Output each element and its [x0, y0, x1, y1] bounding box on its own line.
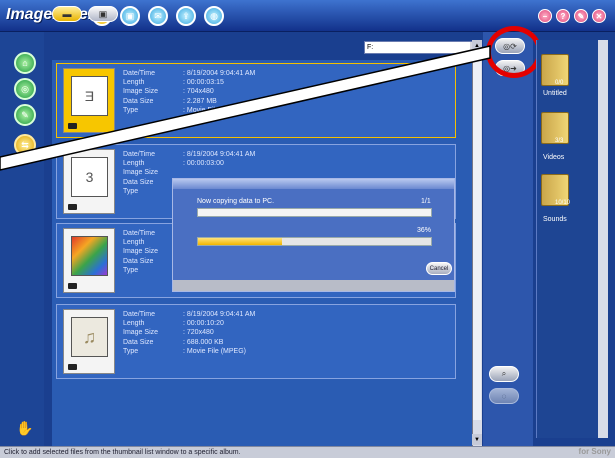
thumbnail-image: 3	[71, 157, 108, 197]
video-badge-icon	[68, 283, 77, 289]
tab-photo[interactable]: ▣	[88, 6, 118, 22]
album-scrollbar[interactable]	[598, 40, 608, 438]
thumbnail	[63, 228, 115, 293]
video-badge-icon	[68, 123, 77, 129]
list-item[interactable]: ♫ Date/Time Length Image Size Data Size Type…	[56, 304, 456, 379]
album-count: 3/3	[555, 138, 564, 144]
tab-video[interactable]: ▬	[52, 6, 82, 22]
sidebar-disc-icon[interactable]: ◎	[14, 78, 36, 100]
minimize-icon[interactable]: –	[538, 9, 552, 23]
video-badge-icon	[68, 204, 77, 210]
dialog-footer	[173, 280, 454, 291]
video-badge-icon	[68, 364, 77, 370]
item-values: : 8/19/2004 9:04:41 AM: 00:00:03:15: 704…	[183, 70, 256, 114]
highlight-circle	[486, 26, 542, 78]
photo-icon: ▣	[98, 8, 108, 19]
copy-progress-dialog: Now copying data to PC. 1/1 36% Cancel	[172, 178, 455, 292]
sidebar-usb-icon[interactable]: ⇆	[14, 134, 36, 156]
brand-label: for Sony	[578, 447, 611, 456]
scroll-up-icon[interactable]: ▲	[472, 40, 482, 51]
album-name: Untitled	[543, 90, 567, 97]
globe-icon[interactable]: ◍	[204, 6, 224, 26]
zoom-button[interactable]: ⌕	[489, 366, 519, 382]
hand-icon: ✋	[16, 420, 34, 436]
item-values: : 8/19/2004 9:04:41 AM: 00:00:03:00	[183, 151, 256, 168]
album-panel: 0/0 Untitled 3/3 Videos 10/10 Sounds	[536, 40, 598, 438]
progress-percent: 36%	[417, 227, 432, 234]
thumbnail-image: ♫	[71, 317, 108, 357]
remove-icon: ◌	[501, 391, 507, 401]
dialog-count: 1/1	[421, 198, 431, 205]
scroll-down-icon[interactable]: ▼	[472, 434, 482, 445]
upload-icon[interactable]: ⇪	[176, 6, 196, 26]
total-progress-bar	[197, 237, 432, 246]
cancel-button[interactable]: Cancel	[426, 262, 452, 275]
path-input[interactable]: F:	[364, 41, 476, 54]
camera-icon[interactable]: ▣	[120, 6, 140, 26]
file-progress-bar	[197, 208, 432, 217]
mail-icon[interactable]: ✉	[148, 6, 168, 26]
dialog-message: Now copying data to PC.	[197, 198, 275, 205]
dialog-titlebar	[173, 179, 454, 189]
sidebar-edit-icon[interactable]: ✎	[14, 104, 36, 126]
status-bar: Click to add selected files from the thu…	[0, 446, 615, 458]
close-icon[interactable]: ✕	[592, 9, 606, 23]
item-labels: Date/Time Length Image Size Data Size Type	[123, 70, 159, 114]
album-action-panel	[483, 32, 533, 446]
progress-fill	[198, 238, 282, 245]
thumbnail: ♫	[63, 309, 115, 374]
item-labels: Date/Time Length Image Size Data Size Type	[123, 151, 159, 195]
video-icon: ▬	[62, 9, 72, 19]
sidebar-home-icon[interactable]: ⌂	[14, 52, 36, 74]
album-name: Sounds	[543, 216, 567, 223]
thumbnail-image	[71, 236, 108, 276]
thumbnail: 3	[63, 149, 115, 214]
item-labels: Date/Time Length Image Size Data Size Type	[123, 311, 159, 355]
remove-button[interactable]: ◌	[489, 388, 519, 404]
thumbnail-image: Ǝ	[71, 76, 108, 116]
item-labels: Date/Time Length Image Size Data Size Type	[123, 230, 159, 274]
album-name: Videos	[543, 154, 565, 161]
list-item[interactable]: Ǝ Date/Time Length Image Size Data Size Type…	[56, 63, 456, 138]
album-count: 0/0	[555, 80, 564, 86]
thumbnail: Ǝ	[63, 68, 115, 133]
item-values: : 8/19/2004 9:04:41 AM: 00:00:10:20: 720…	[183, 311, 256, 355]
scrollbar-thumb[interactable]	[473, 60, 481, 420]
tools-icon[interactable]: ✎	[574, 9, 588, 23]
help-icon[interactable]: ?	[556, 9, 570, 23]
album-count: 10/10	[555, 200, 571, 206]
magnifier-icon: ⌕	[501, 369, 507, 378]
